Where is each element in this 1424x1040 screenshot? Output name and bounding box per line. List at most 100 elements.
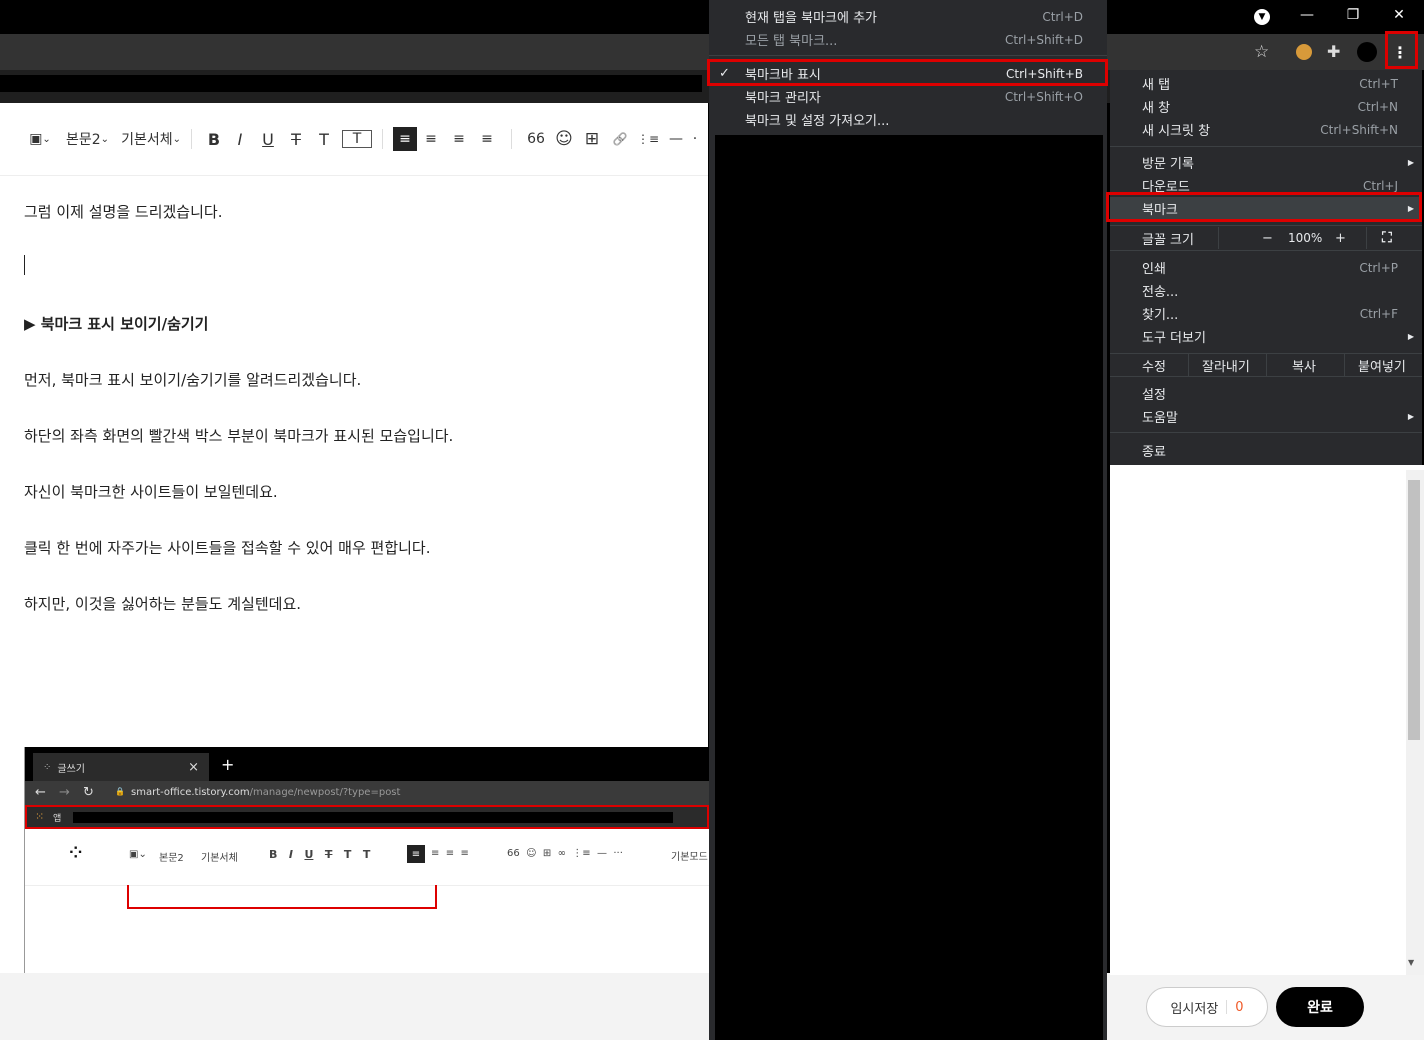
embedded-url: smart-office.tistory.com/manage/newpost/… (131, 787, 401, 798)
toolbar-divider (381, 129, 383, 149)
menu-item-history[interactable]: 방문 기록 ▶ (1110, 151, 1422, 174)
temp-save-count: 0 (1235, 999, 1244, 1015)
paragraph-style-select[interactable]: 본문2 ⌄ (66, 127, 109, 151)
align-justify-button[interactable]: ≡ (473, 127, 501, 151)
section-heading[interactable]: ▶ 북마크 표시 보이기/숨기기 (24, 313, 208, 334)
align-left-button[interactable]: ≡ (392, 127, 417, 151)
menu-item-bookmark-all-tabs[interactable]: 모든 탭 북마크... Ctrl+Shift+D (709, 28, 1107, 51)
menu-item-incognito[interactable]: 새 시크릿 창 Ctrl+Shift+N (1110, 118, 1422, 141)
menu-item-new-window[interactable]: 새 창 Ctrl+N (1110, 95, 1422, 118)
minimize-button[interactable]: — (1284, 0, 1330, 30)
horizontal-rule-button[interactable]: — (662, 127, 690, 151)
embedded-image-icon: ▣⌄ (129, 849, 147, 860)
embedded-screenshot[interactable]: ⁘ 글쓰기 × + ← → ↻ 🔒 smart-office.tistory.c… (24, 747, 709, 973)
menu-item-exit[interactable]: 종료 (1110, 439, 1422, 462)
paragraph[interactable]: 클릭 한 번에 자주가는 사이트들을 접속할 수 있어 매우 편합니다. (24, 537, 430, 558)
submenu-arrow-icon: ▶ (1407, 332, 1414, 341)
menu-item-more-tools[interactable]: 도구 더보기 ▶ (1110, 325, 1422, 348)
text-cursor (24, 255, 25, 275)
embedded-tab: ⁘ 글쓰기 × (33, 753, 209, 781)
done-button[interactable]: 완료 (1276, 987, 1364, 1027)
embedded-apps-icon: ⁙ (35, 810, 45, 823)
embedded-mode-label: 기본모드 (671, 852, 708, 863)
extensions-puzzle-icon[interactable]: ✚ (1327, 42, 1340, 61)
menu-item-settings[interactable]: 설정 (1110, 382, 1422, 405)
embedded-align-icons: ≡ ≡ ≡ (431, 848, 469, 859)
menu-item-import-bookmarks[interactable]: 북마크 및 설정 가져오기... (709, 108, 1107, 131)
extension-owl-icon[interactable] (1296, 44, 1312, 60)
align-center-button[interactable]: ≡ (417, 127, 445, 151)
editor-toolbar: ▣ ⌄ 본문2 ⌄ 기본서체 ⌄ B I U T T T ≡ ≡ ≡ ≡ 66 ☺ ⊞… (0, 103, 708, 176)
menu-item-zoom: 글꼴 크기 − 100% + ⛶ (1110, 227, 1422, 249)
embedded-address-bar: ← → ↻ 🔒 smart-office.tistory.com/manage/… (25, 781, 709, 805)
menu-item-find[interactable]: 찾기... Ctrl+F (1110, 302, 1422, 325)
link-icon[interactable]: 🔗 (606, 127, 634, 151)
align-right-button[interactable]: ≡ (445, 127, 473, 151)
zoom-out-button[interactable]: − (1262, 231, 1273, 246)
embedded-format-buttons: B I U T T T (269, 848, 371, 861)
text-background-button[interactable]: T (341, 130, 372, 148)
scroll-down-icon[interactable]: ▼ (1408, 958, 1414, 967)
more-icon[interactable]: · (690, 127, 700, 151)
toolbar-divider (510, 129, 512, 149)
menu-item-edit: 수정 잘라내기 복사 붙여넣기 (1110, 354, 1422, 376)
bookmarks-menu-highlight (1106, 192, 1422, 222)
scrollbar-thumb[interactable] (1408, 480, 1420, 740)
embedded-lock-icon: 🔒 (115, 787, 125, 796)
tistory-logo-icon: ⁘ (43, 761, 52, 773)
zoom-level: 100% (1288, 231, 1323, 245)
menu-item-bookmark-manager[interactable]: 북마크 관리자 Ctrl+Shift+O (709, 85, 1107, 108)
paste-button[interactable]: 붙여넣기 (1358, 356, 1406, 375)
table-icon[interactable]: ⊞ (578, 127, 606, 151)
embedded-apps-label: 앱 (53, 814, 62, 824)
paragraph[interactable]: 먼저, 북마크 표시 보이기/숨기기를 알려드리겠습니다. (24, 369, 361, 390)
restore-button[interactable]: ❐ (1330, 0, 1376, 30)
strikethrough-button[interactable]: T (282, 127, 310, 151)
editor-area: ▣ ⌄ 본문2 ⌄ 기본서체 ⌄ B I U T T T ≡ ≡ ≡ ≡ 66 ☺ ⊞… (0, 103, 709, 973)
embedded-bookmarks-bar: ⁙ 앱 (25, 805, 709, 829)
underline-button[interactable]: U (254, 127, 282, 151)
copy-button[interactable]: 복사 (1292, 356, 1316, 375)
menu-item-print[interactable]: 인쇄 Ctrl+P (1110, 256, 1422, 279)
menu-separator (1110, 376, 1422, 377)
embedded-tistory-logo-icon: ⁘ (69, 843, 83, 862)
fullscreen-icon[interactable]: ⛶ (1382, 230, 1392, 246)
menu-item-add-bookmark[interactable]: 현재 탭을 북마크에 추가 Ctrl+D (709, 5, 1107, 28)
embedded-style-label: 본문2 (159, 853, 184, 864)
embedded-forward-icon: → (59, 785, 70, 800)
italic-button[interactable]: I (226, 127, 254, 151)
menu-separator (1110, 432, 1422, 433)
bold-button[interactable]: B (202, 127, 226, 151)
menu-item-cast[interactable]: 전송... (1110, 279, 1422, 302)
quote-button[interactable]: 66 (522, 127, 550, 151)
font-select[interactable]: 기본서체 ⌄ (121, 127, 181, 151)
avatar[interactable] (1357, 42, 1377, 62)
paragraph[interactable]: 자신이 북마크한 사이트들이 보일텐데요. (24, 481, 278, 502)
emoji-icon[interactable]: ☺ (550, 127, 578, 151)
bookmark-star-icon[interactable]: ☆ (1254, 42, 1269, 62)
text-color-button[interactable]: T (310, 127, 338, 151)
zoom-in-button[interactable]: + (1335, 231, 1346, 246)
close-button[interactable]: ✕ (1376, 0, 1422, 30)
menu-item-help[interactable]: 도움말 ▶ (1110, 405, 1422, 428)
paragraph[interactable]: 그럼 이제 설명을 드리겠습니다. (24, 201, 222, 222)
temp-save-button[interactable]: 임시저장 0 (1146, 987, 1268, 1027)
paragraph[interactable]: 하단의 좌측 화면의 빨간색 박스 부분이 북마크가 표시된 모습입니다. (24, 425, 453, 446)
embedded-insert-icons: 66 ☺ ⊞ ∞ ⋮≡ — ··· (507, 848, 623, 859)
embedded-new-tab-icon: + (221, 755, 235, 774)
list-icon[interactable]: ⋮≡ (634, 127, 662, 151)
cut-button[interactable]: 잘라내기 (1202, 356, 1250, 375)
menu-separator (1110, 146, 1422, 147)
image-icon[interactable]: ▣ ⌄ (26, 127, 54, 151)
paragraph[interactable]: 하지만, 이것을 싫어하는 분들도 계실텐데요. (24, 593, 301, 614)
embedded-red-box (127, 885, 437, 909)
page-background (1110, 465, 1424, 975)
embedded-reload-icon: ↻ (83, 785, 94, 800)
menu-separator (1110, 225, 1422, 226)
menu-separator (1110, 250, 1422, 251)
menu-item-new-tab[interactable]: 새 탭 Ctrl+T (1110, 72, 1422, 95)
profile-dropdown-icon[interactable]: ▼ (1254, 9, 1270, 25)
submenu-redaction (709, 135, 1107, 1040)
show-bookmarks-bar-highlight (707, 59, 1108, 86)
embedded-tab-close-icon: × (188, 759, 199, 775)
